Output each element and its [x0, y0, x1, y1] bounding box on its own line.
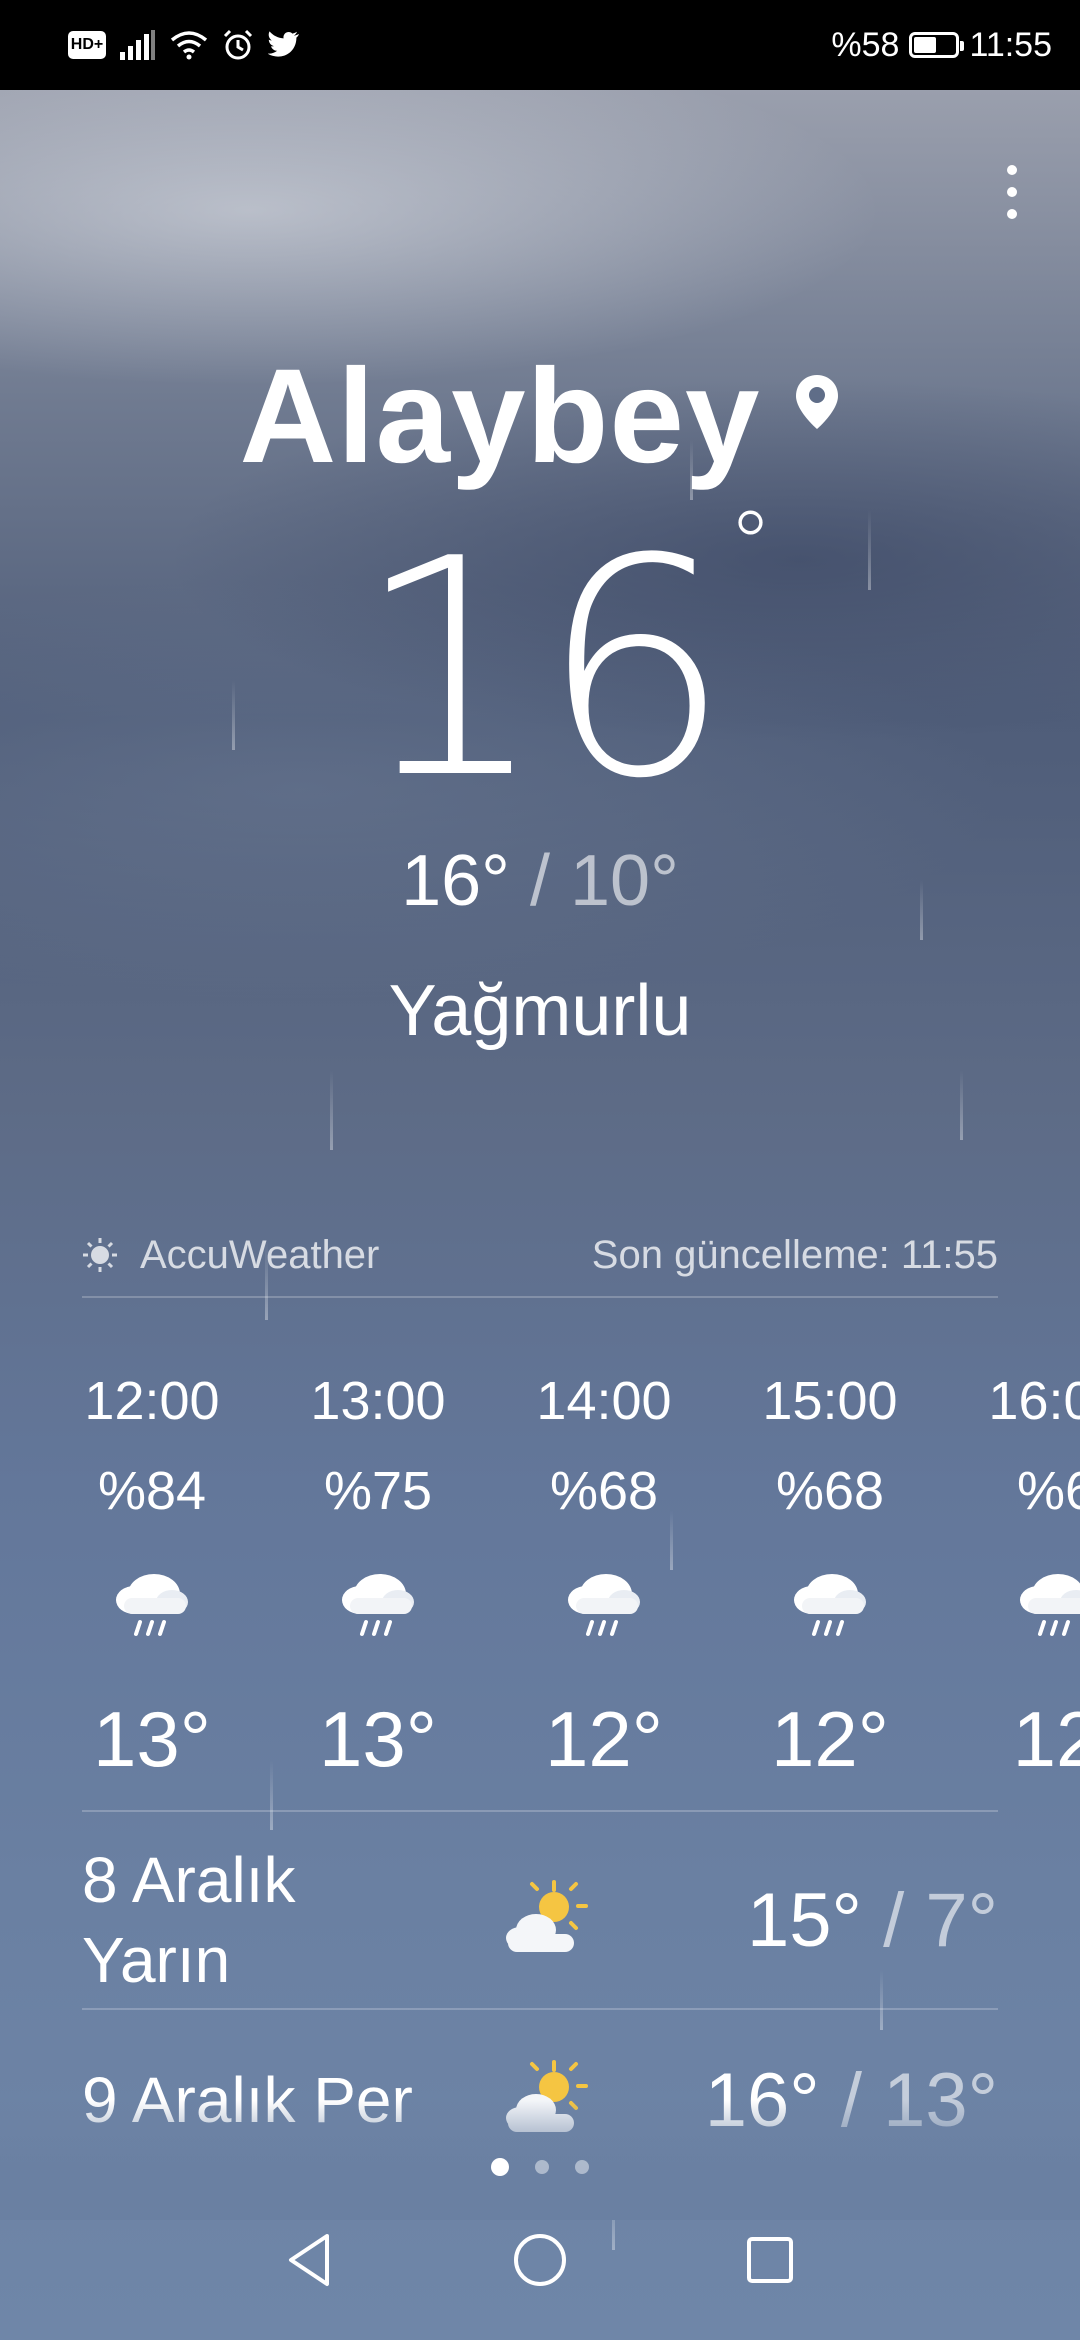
- wifi-icon: [170, 31, 208, 60]
- current-temperature-value: 16: [355, 495, 731, 844]
- hour-temp: 13°: [93, 1695, 211, 1783]
- current-temperature: 16 °: [0, 500, 1080, 820]
- rain-cloud-icon: [514, 1552, 694, 1652]
- daily-weekday: Yarın: [82, 1924, 231, 1996]
- city-name: Alaybey: [239, 342, 761, 491]
- hilo-separator: /: [529, 841, 550, 921]
- hourly-item: 15:00 %68 12°: [740, 1340, 920, 1785]
- battery-percent: %58: [831, 25, 900, 64]
- menu-dot-icon: [1007, 165, 1017, 175]
- hd-icon: HD+: [68, 31, 106, 59]
- divider: [82, 2008, 998, 2010]
- location-header[interactable]: Alaybey: [0, 340, 1080, 493]
- daily-row[interactable]: 8 Aralık Yarın 15° / 7°: [82, 1830, 998, 2010]
- back-button[interactable]: [275, 2225, 345, 2295]
- hour-precip: %68: [549, 1461, 659, 1521]
- status-bar: HD+ %58 11:55: [0, 0, 1080, 90]
- navigation-bar: [0, 2180, 1080, 2340]
- daily-high: 15°: [747, 1877, 862, 1963]
- provider-name[interactable]: AccuWeather: [140, 1233, 379, 1278]
- high-low-temperature: 16° / 10°: [0, 840, 1080, 922]
- high-temp: 16°: [401, 841, 510, 921]
- hour-time: 14:00: [536, 1371, 672, 1431]
- hourly-forecast[interactable]: 12:00 %84 13° 13:00 %75 13° 14:00 %68 12…: [0, 1340, 1080, 1860]
- location-pin-icon: [796, 374, 839, 429]
- page-dot[interactable]: [491, 2158, 509, 2176]
- rain-cloud-icon: [288, 1552, 468, 1652]
- rain-cloud-icon: [966, 1552, 1080, 1652]
- daily-temp: 15° / 7°: [747, 1877, 998, 1964]
- recents-icon: [747, 2237, 793, 2283]
- hour-time: 16:00: [988, 1371, 1080, 1431]
- hourly-item: 14:00 %68 12°: [514, 1340, 694, 1785]
- hour-temp: 12°: [545, 1695, 663, 1783]
- hour-time: 12:00: [84, 1371, 220, 1431]
- weather-condition: Yağmurlu: [388, 971, 692, 1051]
- battery-icon: [909, 32, 965, 58]
- daily-day-label: 8 Aralık Yarın: [82, 1840, 295, 2000]
- status-time: 11:55: [969, 25, 1052, 64]
- page-indicator: [0, 2158, 1080, 2176]
- rain-streak: [960, 1070, 963, 1140]
- hourly-item: 16:00 %6 12: [966, 1340, 1080, 1785]
- menu-dot-icon: [1007, 187, 1017, 197]
- status-icons-right: %58 11:55: [831, 22, 1052, 68]
- daily-low: 7°: [925, 1877, 998, 1963]
- menu-dot-icon: [1007, 209, 1017, 219]
- hour-time: 13:00: [310, 1371, 446, 1431]
- hour-temp: 13°: [319, 1695, 437, 1783]
- rain-cloud-icon: [62, 1552, 242, 1652]
- back-icon: [289, 2234, 329, 2286]
- rain-cloud-icon: [740, 1552, 920, 1652]
- hour-precip: %84: [97, 1461, 207, 1521]
- low-temp: 10°: [570, 841, 679, 921]
- daily-separator: /: [883, 1877, 905, 1963]
- page-dot[interactable]: [535, 2160, 549, 2174]
- home-button[interactable]: [505, 2225, 575, 2295]
- status-icons-left: HD+: [68, 22, 300, 68]
- hour-time: 15:00: [762, 1371, 898, 1431]
- weather-screen: Alaybey 16 ° 16° / 10° Yağmurlu AccuWeat…: [0, 90, 1080, 2340]
- divider: [82, 1296, 998, 1298]
- hour-precip: %6: [1016, 1461, 1080, 1521]
- signal-icon: [120, 30, 155, 60]
- twitter-icon: [268, 31, 299, 57]
- partly-sunny-icon: [502, 1878, 592, 1963]
- hour-temp: 12°: [771, 1695, 889, 1783]
- hour-precip: %75: [323, 1461, 433, 1521]
- recents-button[interactable]: [735, 2225, 805, 2295]
- degree-symbol: °: [728, 492, 773, 597]
- page-dot[interactable]: [575, 2160, 589, 2174]
- rain-streak: [330, 1070, 333, 1150]
- divider: [82, 1810, 998, 1812]
- hour-precip: %68: [775, 1461, 885, 1521]
- accuweather-sun-icon: [83, 1238, 117, 1272]
- hourly-item: 12:00 %84 13°: [62, 1340, 242, 1785]
- home-icon: [514, 2234, 566, 2286]
- last-update-text: Son güncelleme: 11:55: [591, 1232, 998, 1277]
- hourly-item: 13:00 %75 13°: [288, 1340, 468, 1785]
- provider-row: AccuWeather Son güncelleme: 11:55: [82, 1220, 998, 1290]
- daily-date: 8 Aralık: [82, 1844, 296, 1916]
- hour-temp: 12: [1012, 1695, 1080, 1783]
- more-options-button[interactable]: [992, 152, 1032, 232]
- alarm-icon: [223, 29, 253, 60]
